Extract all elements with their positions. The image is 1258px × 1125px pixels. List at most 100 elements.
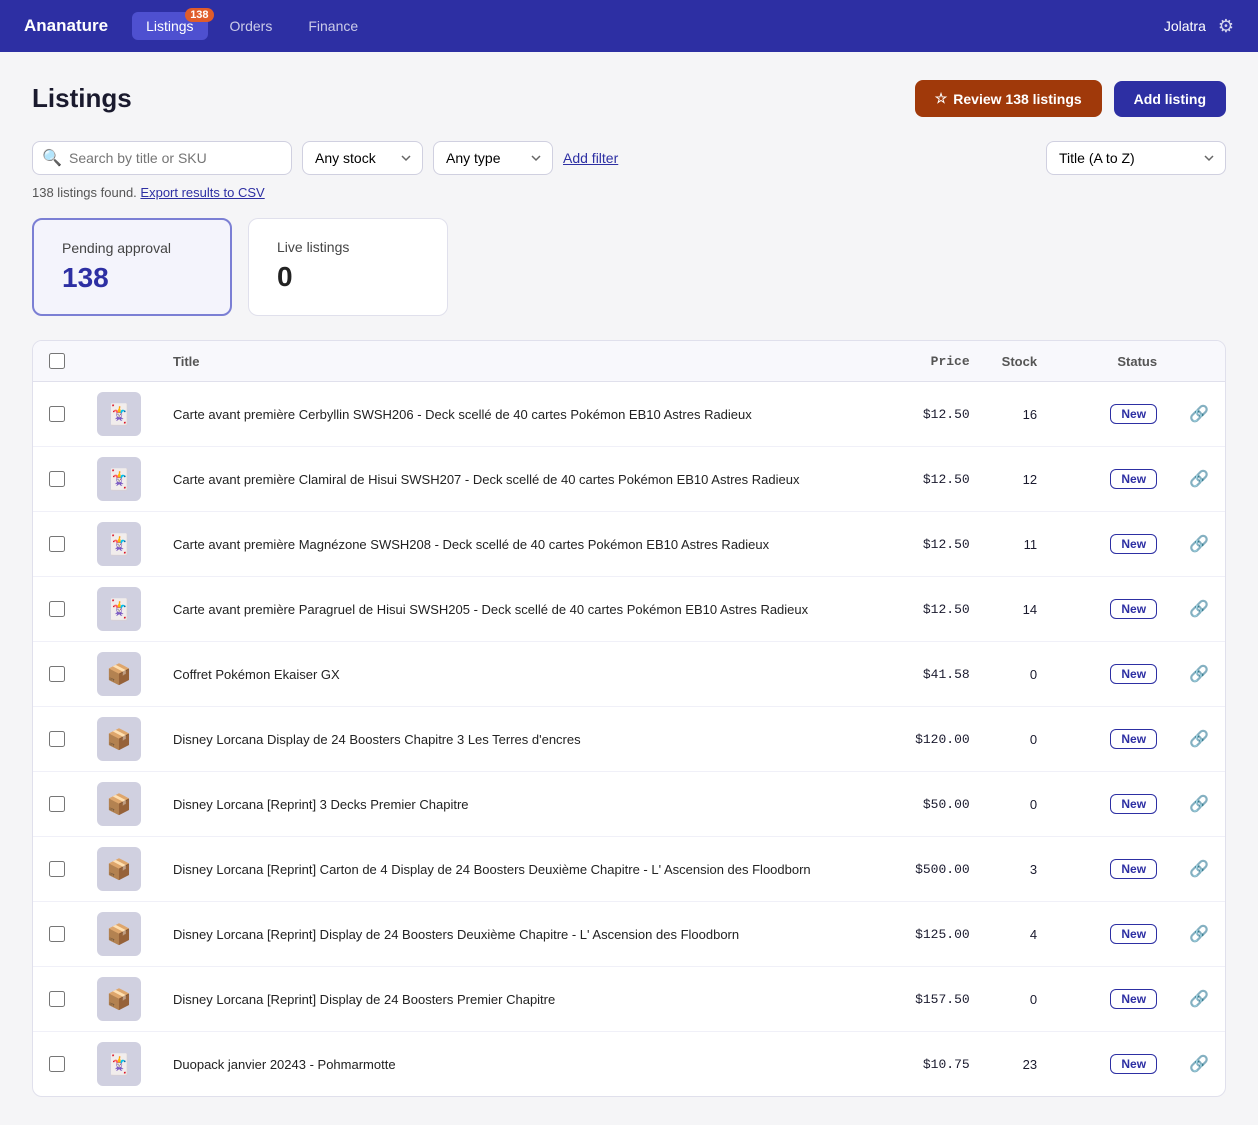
select-all-checkbox[interactable] [49,353,65,369]
add-listing-button[interactable]: Add listing [1114,81,1226,117]
table-row: 🃏 Carte avant première Magnézone SWSH208… [33,512,1225,577]
link-icon[interactable]: 🔗 [1189,731,1209,748]
row-stock-cell: 23 [986,1032,1053,1096]
item-title[interactable]: Duopack janvier 20243 - Pohmarmotte [173,1057,396,1072]
user-area: Jolatra ⚙ [1164,16,1234,37]
table-row: 🃏 Carte avant première Clamiral de Hisui… [33,447,1225,512]
row-title-cell: Disney Lorcana Display de 24 Boosters Ch… [157,707,896,772]
live-listings-card: Live listings 0 [248,218,448,316]
link-icon[interactable]: 🔗 [1189,666,1209,683]
row-title-cell: Coffret Pokémon Ekaiser GX [157,642,896,707]
row-title-cell: Disney Lorcana [Reprint] Display de 24 B… [157,902,896,967]
sort-select-wrap: Title (A to Z) Title (Z to A) Price (low… [1046,141,1226,175]
row-thumbnail-cell: 📦 [81,967,157,1032]
item-title[interactable]: Carte avant première Magnézone SWSH208 -… [173,537,769,552]
link-icon[interactable]: 🔗 [1189,536,1209,553]
row-checkbox-cell [33,642,81,707]
row-title-cell: Disney Lorcana [Reprint] Display de 24 B… [157,967,896,1032]
row-checkbox[interactable] [49,536,65,552]
item-title[interactable]: Disney Lorcana Display de 24 Boosters Ch… [173,732,581,747]
item-thumbnail: 📦 [97,847,141,891]
row-checkbox-cell [33,967,81,1032]
item-title[interactable]: Carte avant première Clamiral de Hisui S… [173,472,799,487]
row-status-cell: New [1053,382,1173,447]
page-header: Listings ☆ Review 138 listings Add listi… [32,80,1226,117]
item-title[interactable]: Coffret Pokémon Ekaiser GX [173,667,340,682]
row-checkbox[interactable] [49,1056,65,1072]
stock-filter[interactable]: Any stock In stock Out of stock [302,141,423,175]
row-checkbox[interactable] [49,796,65,812]
row-thumbnail-cell: 🃏 [81,577,157,642]
link-icon[interactable]: 🔗 [1189,796,1209,813]
row-thumbnail-cell: 🃏 [81,447,157,512]
item-thumbnail: 🃏 [97,587,141,631]
search-icon: 🔍 [42,148,62,168]
row-checkbox[interactable] [49,406,65,422]
row-checkbox-cell [33,382,81,447]
settings-icon[interactable]: ⚙ [1218,16,1234,37]
link-icon[interactable]: 🔗 [1189,861,1209,878]
link-icon[interactable]: 🔗 [1189,926,1209,943]
item-title[interactable]: Disney Lorcana [Reprint] 3 Decks Premier… [173,797,469,812]
table-row: 📦 Disney Lorcana [Reprint] 3 Decks Premi… [33,772,1225,837]
row-checkbox[interactable] [49,471,65,487]
table-row: 🃏 Carte avant première Cerbyllin SWSH206… [33,382,1225,447]
item-thumbnail: 📦 [97,977,141,1021]
row-stock-cell: 11 [986,512,1053,577]
row-checkbox[interactable] [49,731,65,747]
row-checkbox[interactable] [49,666,65,682]
results-info: 138 listings found. Export results to CS… [32,185,1226,200]
sort-select[interactable]: Title (A to Z) Title (Z to A) Price (low… [1046,141,1226,175]
table-row: 📦 Disney Lorcana [Reprint] Display de 24… [33,967,1225,1032]
row-checkbox-cell [33,902,81,967]
row-thumbnail-cell: 📦 [81,837,157,902]
export-csv-link[interactable]: Export results to CSV [140,185,264,200]
row-actions-cell: 🔗 [1173,382,1225,447]
add-filter-button[interactable]: Add filter [563,150,618,166]
pending-approval-card: Pending approval 138 [32,218,232,316]
item-title[interactable]: Disney Lorcana [Reprint] Display de 24 B… [173,992,555,1007]
row-status-cell: New [1053,642,1173,707]
row-status-cell: New [1053,967,1173,1032]
link-icon[interactable]: 🔗 [1189,406,1209,423]
row-actions-cell: 🔗 [1173,902,1225,967]
row-stock-cell: 12 [986,447,1053,512]
row-actions-cell: 🔗 [1173,577,1225,642]
listings-badge: 138 [185,8,213,22]
row-actions-cell: 🔗 [1173,772,1225,837]
row-checkbox-cell [33,1032,81,1096]
row-status-cell: New [1053,577,1173,642]
link-icon[interactable]: 🔗 [1189,601,1209,618]
nav-orders[interactable]: Orders [216,12,287,40]
row-checkbox[interactable] [49,601,65,617]
item-title[interactable]: Disney Lorcana [Reprint] Carton de 4 Dis… [173,862,811,877]
row-checkbox[interactable] [49,991,65,1007]
nav-finance[interactable]: Finance [294,12,372,40]
review-listings-button[interactable]: ☆ Review 138 listings [915,80,1102,117]
link-icon[interactable]: 🔗 [1189,1056,1209,1073]
row-thumbnail-cell: 🃏 [81,1032,157,1096]
link-icon[interactable]: 🔗 [1189,471,1209,488]
item-title[interactable]: Disney Lorcana [Reprint] Display de 24 B… [173,927,739,942]
row-checkbox-cell [33,837,81,902]
item-title[interactable]: Carte avant première Cerbyllin SWSH206 -… [173,407,752,422]
row-checkbox[interactable] [49,926,65,942]
listings-table: Title Price Stock Status [32,340,1226,1097]
row-price-cell: $157.50 [896,967,986,1032]
stock-column-header: Stock [986,341,1053,382]
row-checkbox[interactable] [49,861,65,877]
row-checkbox-cell [33,707,81,772]
nav-listings[interactable]: Listings 138 [132,12,207,40]
item-thumbnail: 📦 [97,782,141,826]
item-thumbnail: 🃏 [97,392,141,436]
type-filter[interactable]: Any type Physical Digital [433,141,553,175]
live-label: Live listings [277,239,419,255]
item-title[interactable]: Carte avant première Paragruel de Hisui … [173,602,808,617]
status-badge: New [1110,989,1157,1009]
search-input[interactable] [32,141,292,175]
item-thumbnail: 📦 [97,717,141,761]
row-price-cell: $500.00 [896,837,986,902]
item-thumbnail: 📦 [97,652,141,696]
row-stock-cell: 0 [986,707,1053,772]
table-header-row: Title Price Stock Status [33,341,1225,382]
